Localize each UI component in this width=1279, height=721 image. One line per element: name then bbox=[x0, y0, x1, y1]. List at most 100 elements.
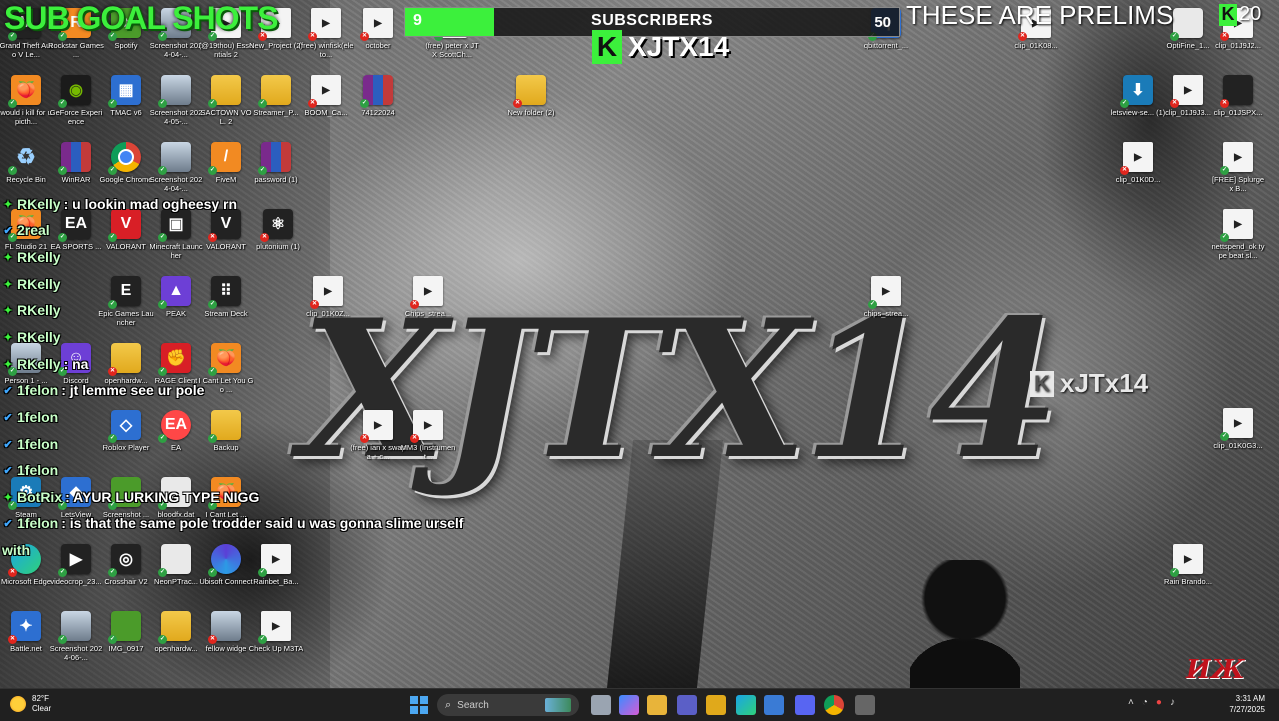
desktop-icon[interactable]: Rainbet_Ba... bbox=[250, 544, 302, 610]
desktop-icon[interactable]: 🍑FL Studio 21 bbox=[0, 209, 52, 275]
chat-username: RKelly bbox=[17, 276, 61, 292]
installer-icon: ⬇ bbox=[1120, 75, 1153, 108]
desktop-icon[interactable]: Check Up M3TA bbox=[249, 611, 303, 677]
video-file-icon bbox=[1220, 408, 1253, 441]
speaker-icon[interactable]: ♪ bbox=[1170, 697, 1175, 708]
desktop-icon[interactable]: openhardw... bbox=[150, 611, 202, 677]
desktop-icon-label: Grand Theft Auto V Le... bbox=[0, 41, 53, 59]
desktop-icon[interactable]: ◎Crosshair V2 bbox=[100, 544, 152, 610]
widget-icon[interactable] bbox=[855, 695, 875, 715]
verified-badge-icon: ✔ bbox=[3, 384, 13, 397]
desktop-icon[interactable]: IMG_0917 bbox=[100, 611, 152, 677]
desktop-icon[interactable]: Chips_strea... bbox=[402, 276, 454, 342]
store-icon[interactable] bbox=[764, 695, 784, 715]
clock-time: 3:31 AM bbox=[1235, 694, 1265, 703]
desktop-icon-label: WinRAR bbox=[61, 175, 91, 184]
desktop-icon[interactable]: clip_01JSPX... bbox=[1212, 75, 1264, 141]
desktop-icon[interactable]: ▶videocrop_23... bbox=[50, 544, 102, 610]
desktop-icon[interactable]: ✦Battle.net bbox=[0, 611, 52, 677]
desktop-icon[interactable]: EEpic Games Launcher bbox=[98, 276, 154, 342]
chat-message: with bbox=[2, 542, 33, 558]
chat-message: ✔ 1felon: is that the same pole trodder s… bbox=[2, 515, 463, 531]
desktop-icon[interactable]: clip_01J9J3... bbox=[1162, 75, 1214, 141]
desktop-icon[interactable]: ▲PEAK bbox=[150, 276, 202, 342]
desktop-icon[interactable]: BOOM_Ca... bbox=[300, 75, 352, 141]
chat-username: 1felon bbox=[17, 462, 59, 478]
taskbar-search[interactable]: ⌕ Search bbox=[437, 694, 579, 716]
desktop-icon[interactable]: VVALORANT bbox=[100, 209, 152, 275]
desktop-icon-label: Ubisoft Connect bbox=[199, 577, 253, 586]
desktop-icon[interactable]: ⬇letsview-se... (1) bbox=[1111, 75, 1165, 141]
desktop-icon[interactable]: clip_01K0Z... bbox=[302, 276, 354, 342]
winrar-icon bbox=[58, 142, 91, 175]
chat-username: RKelly bbox=[17, 196, 61, 212]
desktop-icon[interactable]: [FREE] Splurge x B... bbox=[1212, 142, 1264, 208]
desktop-icon[interactable]: 74122024 bbox=[352, 75, 404, 141]
edge-icon[interactable] bbox=[736, 695, 756, 715]
desktop-icon[interactable]: ⚛plutonium (1) bbox=[252, 209, 304, 275]
copilot-icon[interactable] bbox=[619, 695, 639, 715]
taskbar-clock[interactable]: 3:31 AM 7/27/2025 bbox=[1229, 693, 1265, 715]
teams-icon[interactable] bbox=[677, 695, 697, 715]
desktop-icon-label: clip_01J9J2... bbox=[1215, 41, 1261, 50]
desktop-icon[interactable]: ⚙Steam bbox=[0, 477, 52, 543]
chrome-icon[interactable] bbox=[824, 695, 844, 715]
desktop-icon[interactable]: ▣Minecraft Launcher bbox=[149, 209, 203, 275]
tmac-icon: ▦ bbox=[108, 75, 141, 108]
desktop-icon[interactable]: Rain Brando... bbox=[1162, 544, 1214, 610]
desktop-icon[interactable]: ⠿Stream Deck bbox=[200, 276, 252, 342]
desktop-icon[interactable]: SACTOWN VOL. 2 bbox=[200, 75, 252, 141]
desktop-icon[interactable]: clip_01K0D... bbox=[1112, 142, 1164, 208]
network-icon[interactable]: ◔ bbox=[1142, 697, 1148, 708]
chat-username: 1felon bbox=[17, 515, 59, 531]
desktop-icon[interactable]: Screenshot ... bbox=[100, 477, 152, 543]
desktop-icon[interactable]: ✊RAGE Client bbox=[150, 343, 202, 409]
desktop-icon[interactable]: openhardw... bbox=[100, 343, 152, 409]
desktop-icon[interactable]: bloodfx.dat bbox=[150, 477, 202, 543]
desktop-icon[interactable]: 🍑would i kill for u picth... bbox=[0, 75, 52, 141]
desktop-icon[interactable]: ◆LetsView bbox=[50, 477, 102, 543]
desktop-icon-label: Screenshot 2024-06-... bbox=[49, 644, 103, 662]
discord-icon[interactable] bbox=[795, 695, 815, 715]
app-r-icon[interactable] bbox=[706, 695, 726, 715]
desktop-icon[interactable]: chips_strea... bbox=[860, 276, 912, 342]
stream-deck-icon: ⠿ bbox=[208, 276, 241, 309]
desktop-icon[interactable]: EAEA bbox=[150, 410, 202, 476]
desktop-icon[interactable]: Screenshot 2024-06-... bbox=[50, 611, 102, 677]
desktop-icon[interactable]: Backup bbox=[200, 410, 252, 476]
desktop-icon[interactable]: ☺Discord bbox=[50, 343, 102, 409]
video-file-icon bbox=[1220, 209, 1253, 242]
wallpaper-brand: K xJTx14 bbox=[1030, 368, 1148, 399]
desktop-icon[interactable]: (free) ian x swapa + c... bbox=[350, 410, 406, 476]
desktop-icon[interactable]: EAEA SPORTS ... bbox=[50, 209, 102, 275]
desktop-icon[interactable]: Person 1 - ... bbox=[0, 343, 52, 409]
chat-message: ✦ RKelly bbox=[2, 276, 64, 292]
desktop-icon-label: october bbox=[365, 41, 391, 50]
desktop-icon[interactable]: VVALORANT bbox=[200, 209, 252, 275]
start-button[interactable] bbox=[410, 696, 428, 714]
desktop-icon[interactable]: 🍑I Cant Let ... bbox=[200, 477, 252, 543]
weather-widget[interactable]: 82°F Clear bbox=[10, 694, 51, 714]
desktop-icon[interactable]: Ubisoft Connect bbox=[199, 544, 253, 610]
video-file-icon bbox=[310, 276, 343, 309]
desktop-icon[interactable]: ▦TMAC v6 bbox=[100, 75, 152, 141]
desktop-icon[interactable]: Streamer_P... bbox=[250, 75, 302, 141]
desktop-icon[interactable]: nettspend_ok type beat sl... bbox=[1212, 209, 1264, 275]
folder-icon[interactable] bbox=[647, 695, 667, 715]
microphone-icon[interactable]: ● bbox=[1156, 697, 1162, 708]
file-explorer-icon[interactable] bbox=[591, 695, 611, 715]
desktop-icon[interactable]: New folder (2) bbox=[505, 75, 557, 141]
desktop-icon[interactable]: (free) winfisk(eleto... bbox=[298, 8, 354, 74]
desktop-icon[interactable]: fellow widge bbox=[200, 611, 252, 677]
desktop-icon[interactable]: clip_01K0G3... bbox=[1212, 408, 1264, 474]
desktop-icon[interactable]: ◉GeForce Experience bbox=[50, 75, 102, 141]
desktop-icon[interactable]: 🍑I Cant Let You Go ... bbox=[198, 343, 254, 409]
desktop-icon[interactable]: password (1) bbox=[250, 142, 302, 208]
desktop-icon[interactable]: Screenshot 2024-05-... bbox=[150, 75, 202, 141]
desktop-icon[interactable]: MM3 (Instrument... bbox=[401, 410, 455, 476]
desktop-icon[interactable]: ◇Roblox Player bbox=[100, 410, 152, 476]
system-tray[interactable]: ˄ ◔ ● ♪ bbox=[1128, 697, 1175, 708]
chevron-up-icon[interactable]: ˄ bbox=[1128, 697, 1134, 708]
desktop-icon[interactable]: NeonPTrac... bbox=[150, 544, 202, 610]
desktop-icon[interactable]: october bbox=[352, 8, 404, 74]
